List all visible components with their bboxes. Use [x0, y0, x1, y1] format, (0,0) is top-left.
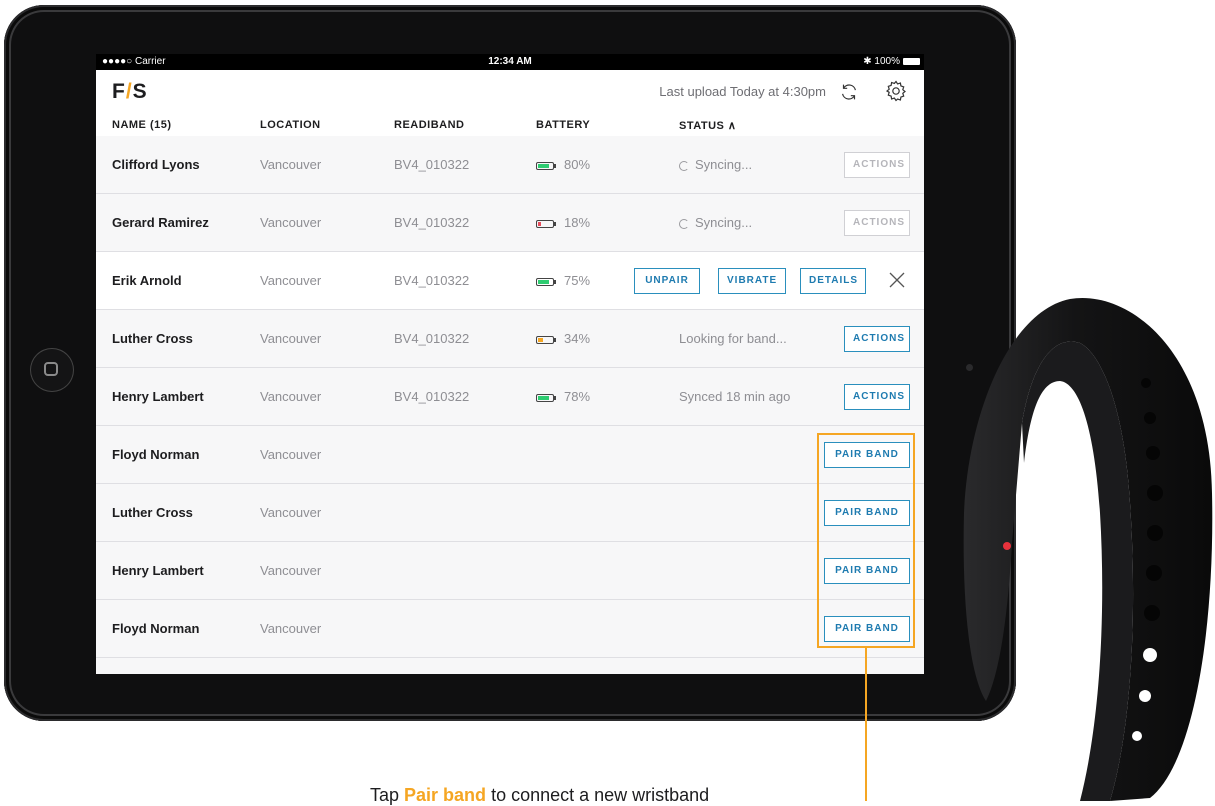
column-name[interactable]: NAME (15) [112, 119, 172, 131]
member-location: Vancouver [260, 389, 322, 404]
battery-cell: 78% [536, 368, 590, 425]
last-upload-label: Last upload Today at 4:30pm [659, 84, 826, 99]
app-header: F/S Last upload Today at 4:30pm [96, 70, 924, 114]
table-row[interactable]: Luther Cross Vancouver BV4_010322 34% Lo… [96, 310, 924, 368]
table-row[interactable]: Floyd Norman Vancouver PAIR BAND [96, 600, 924, 658]
table-row[interactable]: Henry Lambert Vancouver BV4_010322 78% S… [96, 368, 924, 426]
battery-cell: 80% [536, 136, 590, 193]
actions-button[interactable]: ACTIONS [844, 210, 910, 236]
column-readiband[interactable]: READIBAND [394, 119, 465, 131]
member-name: Gerard Ramirez [112, 215, 209, 230]
table-row[interactable]: Gerard Ramirez Vancouver BV4_010322 18% … [96, 194, 924, 252]
spinner-icon [679, 160, 689, 171]
status-cell: Syncing... [679, 136, 752, 193]
table-row[interactable]: Floyd Norman Vancouver PAIR BAND [96, 426, 924, 484]
member-name: Luther Cross [112, 505, 193, 520]
battery-icon [536, 161, 556, 170]
home-button[interactable] [30, 348, 74, 392]
member-name: Floyd Norman [112, 447, 200, 462]
pair-band-highlight [817, 433, 915, 648]
member-list: Clifford Lyons Vancouver BV4_010322 80% … [96, 136, 924, 658]
spinner-icon [679, 218, 689, 229]
band-id: BV4_010322 [394, 215, 470, 230]
column-battery[interactable]: BATTERY [536, 119, 590, 131]
member-name: Henry Lambert [112, 389, 204, 404]
battery-icon [536, 393, 556, 402]
status-cell: Syncing... [679, 194, 752, 251]
band-id: BV4_010322 [394, 273, 470, 288]
details-button[interactable]: DETAILS [800, 268, 866, 294]
band-id: BV4_010322 [394, 389, 470, 404]
battery-cell: 18% [536, 194, 590, 251]
clock: 12:34 AM [488, 56, 532, 67]
battery-cell: 75% [536, 252, 590, 309]
member-location: Vancouver [260, 215, 322, 230]
member-name: Erik Arnold [112, 273, 182, 288]
member-name: Floyd Norman [112, 621, 200, 636]
sync-icon[interactable] [838, 81, 860, 103]
status-bar: ●●●●○ Carrier 12:34 AM ✱ 100% [96, 54, 924, 70]
member-location: Vancouver [260, 621, 322, 636]
member-location: Vancouver [260, 505, 322, 520]
member-location: Vancouver [260, 563, 322, 578]
table-row-expanded[interactable]: Erik Arnold Vancouver BV4_010322 75% UNP… [96, 252, 924, 310]
member-location: Vancouver [260, 331, 322, 346]
close-icon[interactable] [888, 271, 906, 289]
band-id: BV4_010322 [394, 331, 470, 346]
status-cell: Synced 18 min ago [679, 389, 791, 404]
battery-icon [536, 277, 556, 286]
member-name: Henry Lambert [112, 563, 204, 578]
unpair-button[interactable]: UNPAIR [634, 268, 700, 294]
actions-button[interactable]: ACTIONS [844, 384, 910, 410]
app-logo: F/S [112, 80, 148, 103]
member-name: Clifford Lyons [112, 157, 200, 172]
table-header: NAME (15) LOCATION READIBAND BATTERY STA… [96, 114, 924, 136]
battery-percent: ✱ 100% [863, 56, 900, 67]
vibrate-button[interactable]: VIBRATE [718, 268, 786, 294]
wristband-image [963, 297, 1213, 801]
app-screen: ●●●●○ Carrier 12:34 AM ✱ 100% F/S Last u… [96, 54, 924, 674]
column-status[interactable]: STATUS ∧ [679, 119, 736, 132]
member-name: Luther Cross [112, 331, 193, 346]
battery-icon [903, 58, 920, 65]
table-row[interactable]: Henry Lambert Vancouver PAIR BAND [96, 542, 924, 600]
status-cell: Looking for band... [679, 331, 787, 346]
member-location: Vancouver [260, 447, 322, 462]
band-id: BV4_010322 [394, 157, 470, 172]
column-location[interactable]: LOCATION [260, 119, 321, 131]
actions-button[interactable]: ACTIONS [844, 326, 910, 352]
member-location: Vancouver [260, 273, 322, 288]
battery-icon [536, 219, 556, 228]
battery-cell: 34% [536, 310, 590, 367]
table-row[interactable]: Luther Cross Vancouver PAIR BAND [96, 484, 924, 542]
member-location: Vancouver [260, 157, 322, 172]
gear-icon[interactable] [884, 79, 908, 103]
caption: Tap Pair band to connect a new wristband [370, 785, 710, 805]
battery-icon [536, 335, 556, 344]
actions-button[interactable]: ACTIONS [844, 152, 910, 178]
table-row[interactable]: Clifford Lyons Vancouver BV4_010322 80% … [96, 136, 924, 194]
callout-line [865, 648, 867, 801]
